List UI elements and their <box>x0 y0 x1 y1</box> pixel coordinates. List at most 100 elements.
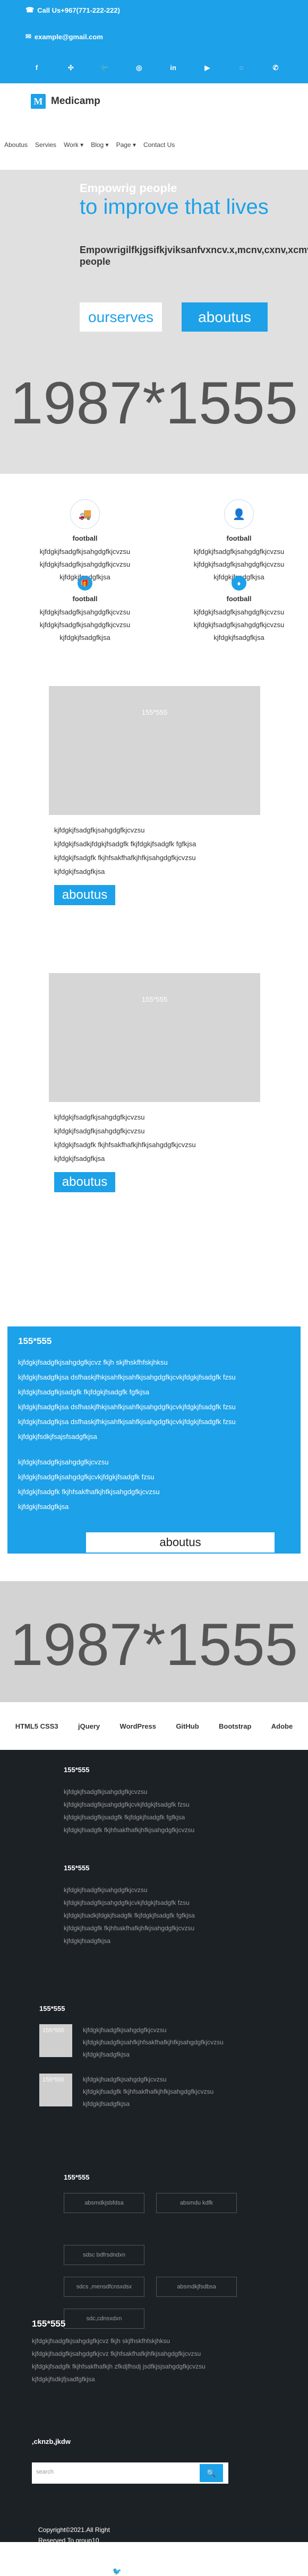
aboutus-button[interactable]: aboutus <box>86 1532 275 1552</box>
hero-section: Empowrig people to improve that lives Em… <box>0 170 308 474</box>
tag-button[interactable]: sdsc bdfrsdndxn <box>64 2245 144 2265</box>
content-card: 155*555 kjfdgkjfsadgfkjsahgdgfkjcvzsu kj… <box>49 686 260 905</box>
nav-work[interactable]: Work ▾ <box>64 141 83 149</box>
panel-text: kjfdgkjfsadgfkjsa dsfhaskjfhkjsahfkjsahf… <box>18 1418 236 1426</box>
card-text: kjfdgkjfsadgfkjsahgdgfkjcvzsu <box>54 826 145 834</box>
search-icon[interactable]: 🔍 <box>200 2464 223 2482</box>
image-placeholder: 155*555 <box>49 973 260 1102</box>
nav-servies[interactable]: Servies <box>35 141 56 149</box>
footer-text: kjfdgkjfsadgfk fkjhfsakfhafkjh zfkdjfhsd… <box>32 2363 206 2370</box>
aboutus-button[interactable]: aboutus <box>54 885 115 905</box>
footer-heading: 155*555 <box>64 1766 90 1774</box>
panel-title: 155*555 <box>18 1336 52 1346</box>
post-text: kjfdgkjfsadgfkjsahgdgfkjcvzsu <box>83 2076 167 2083</box>
linkedin-icon[interactable]: in <box>214 2567 220 2576</box>
facebook-icon[interactable]: f <box>31 64 42 72</box>
footer-heading: 155*555 <box>39 2005 65 2013</box>
aboutus-button[interactable]: aboutus <box>54 1172 115 1192</box>
post-text: kjfdgkjfsadgfkjsahgdgfkjcvzsu <box>83 2026 167 2034</box>
feature-text: kjfdgkjfsadgfkjsahgdgfkjcvzsu <box>39 621 131 629</box>
footer-text: kjfdgkjfsadgfkjsadgfk fkjfdgkjfsadgfk fg… <box>64 1814 185 1821</box>
footer-text: kjfdgkjfsadgfkjsahgdgfkjcvzsu <box>64 1788 148 1796</box>
phone-text: Call Us+967(771-222-222) <box>37 6 120 14</box>
image-placeholder: 155*555 <box>49 686 260 815</box>
banner-placeholder: 1987*1555 <box>0 1581 308 1702</box>
gift-icon: 🎁 <box>78 576 92 591</box>
instagram-icon[interactable]: ◎ <box>133 64 145 72</box>
post-text: kjfdgkjfsadgfkjsa <box>83 2051 130 2058</box>
nav-blog[interactable]: Blog ▾ <box>91 141 108 149</box>
footer-heading: 155*555 <box>32 2319 66 2329</box>
post-text: kjfdgkjfsadgfk fkjhfsakfhafkjhfkjsahgdgf… <box>83 2088 214 2095</box>
googleplus-icon[interactable]: G+ <box>147 2567 157 2576</box>
search-input[interactable]: search <box>32 2462 228 2484</box>
feature-text: kjfdgkjfsadgfkjsa <box>59 634 110 641</box>
feature-card: ♦ football kjfdgkjfsadgfkjsahgdgfkjcvzsu… <box>175 576 303 644</box>
feature-title: football <box>226 595 252 603</box>
email-icon: ✉ <box>25 32 31 40</box>
footer-text: kjfdgkjfsadgfk fkjhfsakfhafkjhfkjsahgdgf… <box>64 1826 195 1834</box>
feature-title: football <box>72 534 98 542</box>
hero-kicker: Empowrig people <box>80 181 177 195</box>
nav-contact[interactable]: Contact Us <box>143 141 175 149</box>
twitter-icon[interactable]: 🐦 <box>113 2567 122 2576</box>
panel-text: kjfdgkjfsadgfk fkjhfsakfhafkjhfkjsahgdgf… <box>18 1488 160 1496</box>
facebook-icon[interactable]: f <box>85 2567 87 2576</box>
hero-subtitle: Empowrigilfkjgsifkjviksanfvxncv.x,mcnv,c… <box>80 245 308 267</box>
footer-section: 155*555 155*555 kjfdgkjfsadgfkjsahgdgfkj… <box>39 2005 262 2123</box>
feature-title: football <box>72 595 98 603</box>
tag-button[interactable]: absmdkjsbfdsa <box>64 2193 144 2213</box>
content-card: 155*555 kjfdgkjfsadgfkjsahgdgfkjcvzsu kj… <box>49 973 260 1192</box>
footer-text: kjfdgkjfsadgfkjsahgdgfkjcvkjfdgkjfsadgfk… <box>64 1801 190 1808</box>
linkedin-icon[interactable]: in <box>167 64 179 72</box>
wordpress-logo: WordPress <box>119 1722 156 1730</box>
brand-name[interactable]: Medicamp <box>51 96 100 107</box>
email-text: example@gmail.com <box>34 32 103 41</box>
footer-tags: 155*555 absmdkjsbfdsa absmdu kdfk sdsc bd… <box>64 2173 287 2340</box>
bootstrap-logo: Bootstrap <box>219 1722 252 1730</box>
tag-button[interactable]: absmdkjfsdbsa <box>156 2277 237 2297</box>
card-text: kjfdgkjfsadgfkjsa <box>54 868 105 875</box>
footer-social-links: f 🐦 G+ ▶ in <box>85 2567 220 2576</box>
whatsapp-icon[interactable]: ◌ <box>236 64 247 72</box>
panel-text: kjfdgkjfsadgfkjsahgdgfkjcvzsu <box>18 1458 109 1466</box>
youtube-icon[interactable]: ▶ <box>183 2567 189 2576</box>
feature-text: kjfdgkjfsadgfkjsahgdgfkjcvzsu <box>193 560 285 568</box>
footer-post[interactable]: 155*555 kjfdgkjfsadgfkjsahgdgfkjcvzsu kj… <box>39 2024 262 2061</box>
tag-button[interactable]: sdcs ,mensdfcnsxdsx <box>64 2277 144 2297</box>
github-logo: GitHub <box>176 1722 199 1730</box>
feature-card: 🚚 football kjfdgkjfsadgfkjsahgdgfkjcvzsu… <box>21 499 149 584</box>
social-links: f ✣ 🐦 ◎ in ▶ ◌ ✆ <box>25 64 287 72</box>
phone-icon[interactable]: ✆ <box>270 64 281 72</box>
feature-title: football <box>226 534 252 542</box>
aboutus-button[interactable]: aboutus <box>182 302 268 332</box>
panel-text: kjfdgkjfsadgfkjsa dsfhaskjfhkjsahfkjsahf… <box>18 1403 236 1411</box>
ourserves-button[interactable]: ourserves <box>80 302 162 332</box>
nav-page[interactable]: Page ▾ <box>116 141 136 149</box>
phone-row[interactable]: ☎ Call Us+967(771-222-222) <box>25 4 287 16</box>
footer-post[interactable]: 155*555 kjfdgkjfsadgfkjsahgdgfkjcvzsu kj… <box>39 2074 262 2110</box>
panel-text: kjfdgkjfsadgfkjsahgdgfkjcvz fkjh skjfhsk… <box>18 1358 168 1366</box>
card-text: kjfdgkjfsadgfk fkjhfsakfhafkjhfkjsahgdgf… <box>54 854 196 862</box>
feature-text: kjfdgkjfsadgfkjsa <box>213 634 264 641</box>
email-row[interactable]: ✉ example@gmail.com <box>25 31 287 42</box>
logo-icon[interactable]: M <box>31 94 46 109</box>
adobe-logo: Adobe <box>271 1722 293 1730</box>
footer-text: kjfdgkjfsdkjfjsadfgfkjsa <box>32 2375 95 2383</box>
footer-section: 155*555 kjfdgkjfsadgfkjsahgdgfkjcvzsu kj… <box>64 1766 287 1836</box>
features-grid: 🚚 football kjfdgkjfsadgfkjsahgdgfkjcvzsu… <box>0 474 308 686</box>
settings-icon[interactable]: ✣ <box>65 64 76 72</box>
feature-text: kjfdgkjfsadgfkjsahgdgfkjcvzsu <box>193 608 285 616</box>
nav-aboutus[interactable]: Aboutus <box>4 141 28 149</box>
twitter-icon[interactable]: 🐦 <box>99 64 111 72</box>
footer-text: kjfdgkjfsadgfkjsahgdgfkjcvz fkjh skjfhsk… <box>32 2337 170 2345</box>
top-contact-bar: ☎ Call Us+967(771-222-222) ✉ example@gma… <box>0 0 308 83</box>
footer-section: 155*555 kjfdgkjfsadgfkjsahgdgfkjcvzsu kj… <box>64 1864 287 1947</box>
panel-text: kjfdgkjfsadgfkjsa <box>18 1503 69 1511</box>
youtube-icon[interactable]: ▶ <box>201 64 213 72</box>
panel-text: kjfdgkjfsadgfkjsadgfk fkjfdgkjfsadgfk fg… <box>18 1388 150 1396</box>
tag-button[interactable]: absmdu kdfk <box>156 2193 237 2213</box>
hero-placeholder-size: 1987*1555 <box>10 370 298 436</box>
footer-text: kjfdgkjfsadgfkjsahgdgfkjcvz fkjhfsakfhaf… <box>32 2350 201 2357</box>
phone-icon: ☎ <box>25 6 35 14</box>
